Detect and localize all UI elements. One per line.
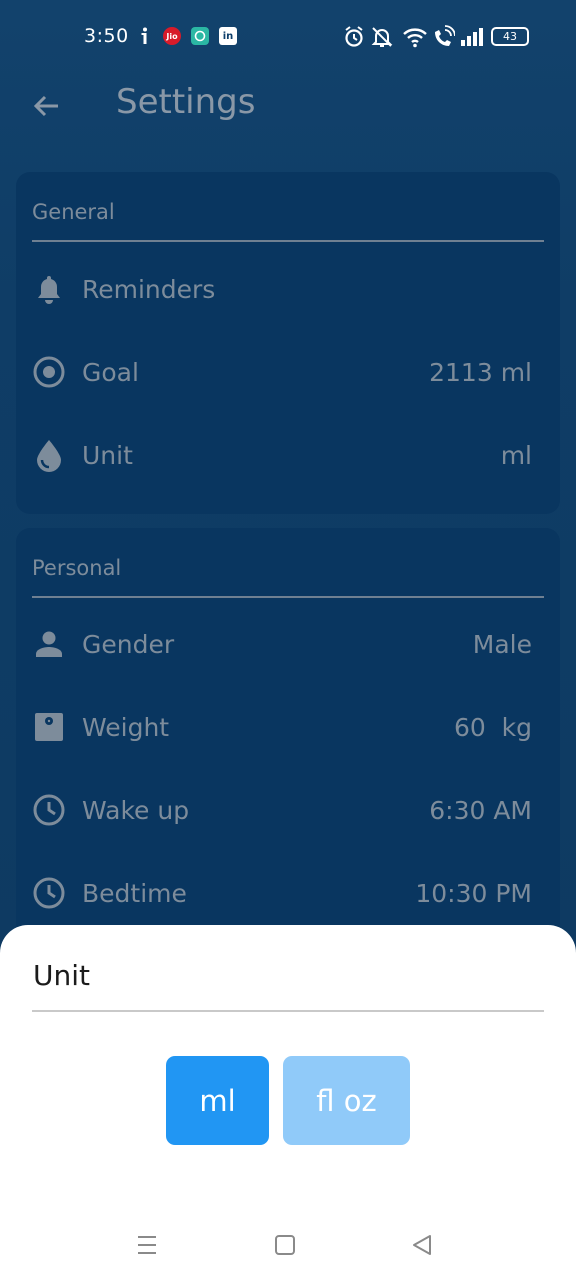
section-divider [32, 240, 544, 242]
wifi-call-icon [435, 25, 455, 46]
info-icon [136, 27, 154, 45]
reminders-label: Reminders [82, 274, 216, 304]
section-title-personal: Personal [32, 556, 122, 580]
status-bar: 3:50 Jio in 43 [0, 0, 576, 74]
setting-bedtime[interactable]: Bedtime 10:30 PM [32, 868, 532, 918]
linkedin-icon: in [219, 27, 237, 45]
unit-option-floz[interactable]: fl oz [283, 1056, 410, 1145]
setting-wakeup[interactable]: Wake up 6:30 AM [32, 785, 532, 835]
target-icon [30, 353, 68, 391]
sheet-title: Unit [33, 959, 90, 992]
mute-bell-icon [371, 27, 393, 47]
unit-label: Unit [82, 440, 133, 470]
gender-label: Gender [82, 629, 175, 659]
personal-section: Personal Gender Male Weight 60 kg Wake u… [16, 528, 560, 948]
signal-icon [461, 28, 483, 46]
goal-value: 2113 ml [429, 357, 532, 387]
unit-bottom-sheet: Unit ml fl oz [0, 925, 576, 1280]
bedtime-value: 10:30 PM [415, 878, 532, 908]
goal-label: Goal [82, 357, 139, 387]
setting-reminders[interactable]: Reminders [32, 264, 532, 314]
back-button[interactable] [26, 86, 66, 126]
bedtime-label: Bedtime [82, 878, 187, 908]
menu-icon[interactable] [132, 1230, 162, 1260]
chat-app-icon [191, 27, 209, 45]
battery-icon: 43 [491, 27, 529, 46]
setting-unit[interactable]: Unit ml [32, 430, 532, 480]
jio-icon: Jio [163, 27, 181, 45]
weight-value: 60 kg [453, 712, 532, 742]
setting-gender[interactable]: Gender Male [32, 619, 532, 669]
setting-weight[interactable]: Weight 60 kg [32, 702, 532, 752]
top-app-bar: Settings [0, 74, 576, 136]
battery-level: 43 [503, 30, 517, 43]
section-divider [32, 596, 544, 598]
status-time: 3:50 [84, 25, 129, 47]
wakeup-value: 6:30 AM [429, 795, 532, 825]
sheet-divider [32, 1010, 544, 1012]
setting-goal[interactable]: Goal 2113 ml [32, 347, 532, 397]
bell-icon [30, 270, 68, 308]
alarm-icon [345, 26, 363, 47]
arrow-left-icon [33, 95, 58, 117]
clock-icon [30, 874, 68, 912]
person-icon [30, 625, 68, 663]
back-triangle-icon[interactable] [407, 1230, 437, 1260]
wifi-icon [403, 28, 427, 48]
unit-option-ml[interactable]: ml [166, 1056, 269, 1145]
unit-value: ml [500, 440, 532, 470]
clock-icon [30, 791, 68, 829]
weight-label: Weight [82, 712, 170, 742]
drop-icon [30, 436, 68, 474]
wakeup-label: Wake up [82, 795, 190, 825]
system-nav-bar [0, 1210, 576, 1280]
section-title-general: General [32, 200, 115, 224]
general-section: General Reminders Goal 2113 ml Unit ml [16, 172, 560, 514]
gender-value: Male [472, 629, 532, 659]
home-square-icon[interactable] [270, 1230, 300, 1260]
page-title: Settings [116, 82, 256, 122]
scale-icon [30, 708, 68, 746]
